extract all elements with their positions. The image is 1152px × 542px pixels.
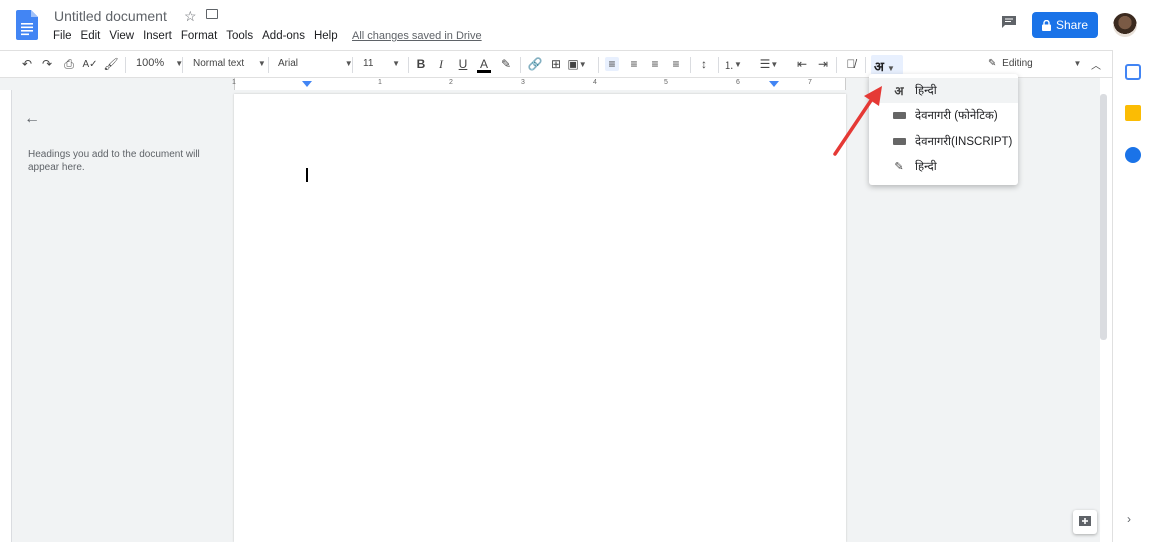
comment-history-icon[interactable] xyxy=(1001,15,1017,29)
menu-format[interactable]: Format xyxy=(181,30,217,42)
share-label: Share xyxy=(1055,18,1089,32)
save-status-link[interactable]: All changes saved in Drive xyxy=(352,30,482,42)
spellcheck-icon[interactable]: A✓ xyxy=(82,57,97,71)
menu-help[interactable]: Help xyxy=(314,30,338,42)
clear-formatting-icon[interactable]: Ｔ̸ xyxy=(844,57,858,71)
align-left-icon[interactable]: ≡ xyxy=(605,57,619,71)
menu-item-hindi-handwriting[interactable]: ✎ हिन्दी xyxy=(869,154,1018,179)
menu-view[interactable]: View xyxy=(109,30,134,42)
annotation-arrow-icon xyxy=(833,86,882,156)
bulleted-list-icon[interactable]: ☰ ▼ xyxy=(760,57,779,71)
ruler-number: 4 xyxy=(593,79,597,86)
ruler-number: 3 xyxy=(521,79,525,86)
align-center-icon[interactable]: ≡ xyxy=(627,57,641,71)
keep-icon[interactable] xyxy=(1125,105,1141,121)
input-tools-button[interactable]: अ ▼ xyxy=(871,55,903,75)
ruler-number: 1 xyxy=(378,79,382,86)
ruler-number: 6 xyxy=(736,79,740,86)
menu-edit[interactable]: Edit xyxy=(81,30,101,42)
vertical-scrollbar[interactable] xyxy=(1100,94,1107,340)
docs-logo-icon[interactable] xyxy=(16,10,38,40)
editing-mode-select[interactable]: ✎ Editing ▼ xyxy=(988,58,1081,69)
vertical-ruler xyxy=(0,90,12,542)
redo-icon[interactable]: ↷ xyxy=(40,57,54,71)
star-icon[interactable]: ☆ xyxy=(184,8,197,25)
style-select[interactable]: Normal text ▼ xyxy=(193,58,266,69)
font-select[interactable]: Arial ▼ xyxy=(278,58,353,69)
line-spacing-icon[interactable]: ↕ xyxy=(697,57,711,71)
tasks-icon[interactable] xyxy=(1125,147,1141,163)
keyboard-icon xyxy=(892,110,906,122)
lock-icon xyxy=(1041,19,1051,31)
italic-icon[interactable]: I xyxy=(434,57,448,71)
increase-indent-icon[interactable]: ⇥ xyxy=(816,57,830,71)
ruler-number: 1 xyxy=(232,79,236,86)
insert-image-icon[interactable]: ▣ ▼ xyxy=(567,57,586,71)
add-comment-icon xyxy=(1079,516,1091,526)
menu-item-devanagari-phonetic[interactable]: देवनागरी (फोनेटिक) xyxy=(869,103,1018,128)
calendar-icon[interactable] xyxy=(1125,64,1141,80)
menu-item-devanagari-inscript[interactable]: देवनागरी(INSCRIPT) xyxy=(869,129,1018,154)
zoom-select[interactable]: 100% ▼ xyxy=(136,57,183,69)
ruler-number: 7 xyxy=(808,79,812,86)
link-icon[interactable]: 🔗 xyxy=(528,57,543,71)
pencil-icon: ✎ xyxy=(988,58,997,69)
justify-icon[interactable]: ≡ xyxy=(669,57,683,71)
add-comment-icon[interactable]: ⊞ xyxy=(549,57,563,71)
side-panel: › xyxy=(1112,50,1152,542)
collapse-menus-icon[interactable]: ︿ xyxy=(1089,57,1103,72)
text-cursor xyxy=(306,168,308,182)
move-folder-icon[interactable] xyxy=(206,9,218,19)
keyboard-icon xyxy=(892,136,906,148)
menu-insert[interactable]: Insert xyxy=(143,30,172,42)
pencil-icon: ✎ xyxy=(894,161,904,173)
document-page[interactable] xyxy=(234,94,846,542)
explore-button[interactable] xyxy=(1073,510,1097,534)
text-color-icon[interactable]: A xyxy=(477,57,491,73)
menu-bar: File Edit View Insert Format Tools Add-o… xyxy=(53,30,347,42)
menu-addons[interactable]: Add-ons xyxy=(262,30,305,42)
menu-tools[interactable]: Tools xyxy=(226,30,253,42)
undo-icon[interactable]: ↶ xyxy=(20,57,34,71)
menu-item-hindi-transliteration[interactable]: अ हिन्दी xyxy=(869,78,1018,103)
bold-icon[interactable]: B xyxy=(414,57,428,71)
underline-icon[interactable]: U xyxy=(456,57,470,71)
ruler-number: 5 xyxy=(664,79,668,86)
left-indent-marker-icon[interactable] xyxy=(302,81,312,88)
highlight-icon[interactable]: ✎ xyxy=(499,57,513,71)
numbered-list-icon[interactable]: ⒈ ▼ xyxy=(724,57,742,72)
account-avatar[interactable] xyxy=(1113,13,1137,37)
print-icon[interactable]: ⎙ xyxy=(62,57,76,71)
input-tools-menu: अ हिन्दी देवनागरी (फोनेटिक) देवनागरी(INS… xyxy=(869,74,1018,185)
ruler-page-area xyxy=(234,78,846,90)
share-button[interactable]: Share xyxy=(1032,12,1098,38)
menu-file[interactable]: File xyxy=(53,30,72,42)
paint-format-icon[interactable]: 🖌 xyxy=(103,57,118,71)
decrease-indent-icon[interactable]: ⇤ xyxy=(795,57,809,71)
close-outline-icon[interactable]: ← xyxy=(24,110,40,128)
document-title[interactable]: Untitled document xyxy=(54,8,167,24)
expand-panel-icon[interactable]: › xyxy=(1127,512,1131,526)
right-indent-marker-icon[interactable] xyxy=(769,81,779,88)
font-size-select[interactable]: 11 ▼ xyxy=(363,58,400,69)
devanagari-a-icon: अ xyxy=(894,84,904,98)
title-bar: Untitled document ☆ File Edit View Inser… xyxy=(0,0,1152,50)
outline-hint: Headings you add to the document will ap… xyxy=(28,149,200,173)
ruler-number: 2 xyxy=(449,79,453,86)
align-right-icon[interactable]: ≡ xyxy=(648,57,662,71)
devanagari-a-icon: अ xyxy=(874,59,884,74)
